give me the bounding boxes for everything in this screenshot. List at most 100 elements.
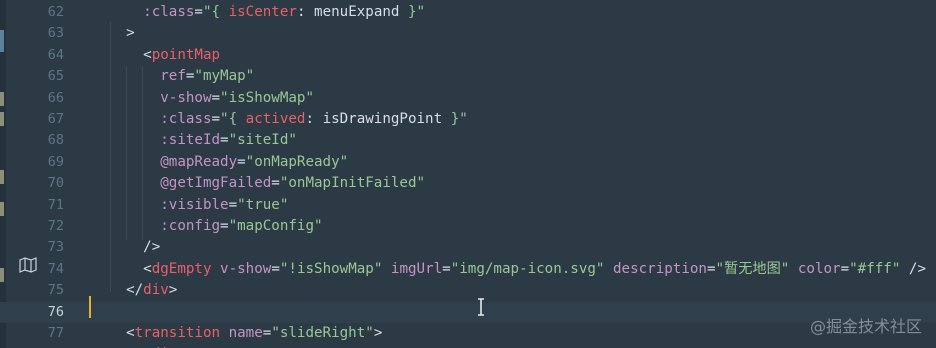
code-token: "slideRight" bbox=[271, 325, 374, 341]
code-token: = bbox=[194, 4, 203, 20]
code-text[interactable]: :class="{ actived: isDrawingPoint }" bbox=[109, 109, 468, 130]
code-token: v-show bbox=[211, 260, 272, 277]
code-token: imgUrl bbox=[382, 260, 443, 277]
code-text[interactable]: :visible="true" bbox=[109, 195, 288, 216]
code-token: "暂无地图" bbox=[715, 260, 790, 277]
indent-guide bbox=[110, 22, 111, 292]
line-number: 75 bbox=[47, 282, 64, 299]
code-token: dgEmpty bbox=[151, 260, 212, 277]
code-token: = bbox=[271, 260, 280, 277]
code-token: > bbox=[168, 282, 178, 299]
line-number: 71 bbox=[47, 196, 64, 213]
code-line[interactable]: 65 ref="myMap" bbox=[0, 66, 936, 87]
code-token: "isShowMap" bbox=[220, 89, 315, 106]
code-token: "{ bbox=[220, 111, 246, 127]
code-token: actived bbox=[245, 111, 306, 127]
code-token: :class bbox=[109, 4, 195, 20]
code-line[interactable]: 66 v-show="isShowMap" bbox=[0, 88, 936, 109]
code-line[interactable]: 74 <dgEmpty v-show="!isShowMap" imgUrl="… bbox=[0, 259, 936, 280]
code-token: @mapReady bbox=[109, 153, 238, 170]
code-token: = bbox=[442, 260, 451, 277]
code-token: "true" bbox=[237, 196, 289, 213]
code-token: < bbox=[109, 46, 152, 63]
code-text[interactable]: :siteId="siteId" bbox=[109, 130, 297, 151]
line-number: 66 bbox=[47, 89, 64, 106]
code-token: color bbox=[789, 260, 841, 277]
code-token: /> bbox=[900, 260, 927, 277]
code-token: menuExpand bbox=[314, 4, 400, 20]
map-icon[interactable] bbox=[19, 257, 37, 273]
code-token: < bbox=[109, 325, 135, 341]
code-token: "mapConfig" bbox=[228, 218, 323, 234]
code-text[interactable]: <transition name="slideRight"> bbox=[109, 323, 382, 344]
code-line[interactable]: 63 > bbox=[0, 23, 936, 44]
line-number: 73 bbox=[47, 239, 64, 256]
line-number: 65 bbox=[47, 68, 64, 85]
code-token: </ bbox=[109, 282, 144, 299]
indent-guide bbox=[126, 66, 127, 240]
code-token: name bbox=[220, 325, 263, 341]
line-number: 64 bbox=[47, 46, 64, 63]
code-text[interactable]: ref="myMap" bbox=[109, 66, 254, 87]
code-editor[interactable]: 62 :class="{ isCenter: menuExpand }" 63 >… bbox=[0, 0, 936, 348]
code-line[interactable]: 67 :class="{ actived: isDrawingPoint }" bbox=[0, 109, 936, 130]
code-line[interactable]: 62 :class="{ isCenter: menuExpand }" bbox=[0, 2, 936, 23]
code-text[interactable]: <pointMap bbox=[109, 45, 220, 66]
code-text[interactable]: /> bbox=[109, 237, 160, 258]
code-line[interactable]: 77 <transition name="slideRight"> bbox=[0, 323, 936, 344]
code-text[interactable]: @mapReady="onMapReady" bbox=[109, 152, 348, 173]
current-line-marker bbox=[89, 296, 91, 318]
indent-guide bbox=[142, 66, 143, 240]
code-text[interactable]: > bbox=[109, 23, 135, 44]
line-number: 62 bbox=[47, 4, 64, 20]
code-token: "img/map-icon.svg" bbox=[450, 260, 605, 277]
code-line[interactable]: 71 :visible="true" bbox=[0, 195, 936, 216]
line-number: 63 bbox=[47, 25, 64, 42]
code-line[interactable]: 68 :siteId="siteId" bbox=[0, 130, 936, 151]
code-token: "{ bbox=[202, 4, 229, 20]
code-token: description bbox=[604, 260, 707, 277]
line-number: 69 bbox=[47, 153, 64, 170]
code-token: : bbox=[296, 4, 315, 20]
code-text[interactable]: @getImgFailed="onMapInitFailed" bbox=[109, 173, 425, 194]
code-token: < bbox=[109, 260, 152, 277]
code-line[interactable]: 72 :config="mapConfig" bbox=[0, 216, 936, 237]
line-number: 72 bbox=[47, 218, 64, 234]
code-token: = bbox=[237, 153, 246, 170]
line-number: 78 bbox=[6, 344, 64, 348]
code-token: div bbox=[143, 282, 169, 299]
code-line[interactable]: 76 bbox=[0, 301, 936, 323]
code-text[interactable]: <dgEmpty v-show="!isShowMap" imgUrl="img… bbox=[109, 259, 926, 280]
code-token: = bbox=[840, 260, 850, 277]
code-token: pointMap bbox=[151, 46, 221, 63]
code-line[interactable]: 73 /> bbox=[0, 237, 936, 258]
code-line[interactable]: 70 @getImgFailed="onMapInitFailed" bbox=[0, 173, 936, 194]
line-number: 77 bbox=[47, 325, 64, 341]
code-token: @getImgFailed bbox=[109, 175, 272, 192]
code-text[interactable]: :class="{ isCenter: menuExpand }" bbox=[109, 2, 425, 23]
code-token: :class bbox=[109, 111, 212, 127]
code-line[interactable]: 64 <pointMap bbox=[0, 45, 936, 66]
code-token: v-show bbox=[109, 89, 212, 106]
code-text[interactable]: v-show="isShowMap" bbox=[109, 88, 314, 109]
code-line[interactable]: 75 </div> bbox=[0, 280, 936, 301]
code-token: }" bbox=[442, 111, 468, 127]
line-number: 76 bbox=[47, 303, 64, 320]
code-token: = bbox=[211, 89, 221, 106]
code-text[interactable]: <div bbox=[109, 344, 177, 348]
code-line[interactable]: 78 <div bbox=[0, 344, 936, 348]
code-token: = bbox=[220, 218, 229, 234]
code-token: = bbox=[211, 111, 221, 127]
code-token: transition bbox=[134, 325, 221, 341]
code-token: = bbox=[271, 175, 280, 192]
code-token: > bbox=[109, 25, 135, 42]
code-token: "onMapInitFailed" bbox=[279, 175, 426, 192]
code-token: "#fff" bbox=[849, 260, 901, 277]
code-line[interactable]: 69 @mapReady="onMapReady" bbox=[0, 152, 936, 173]
code-token: > bbox=[373, 325, 383, 341]
code-text[interactable]: </div> bbox=[109, 280, 177, 301]
code-token: "myMap" bbox=[194, 68, 255, 85]
code-token: isCenter bbox=[228, 4, 297, 20]
watermark: @掘金技术社区 bbox=[809, 317, 922, 336]
line-number: 70 bbox=[47, 175, 64, 192]
